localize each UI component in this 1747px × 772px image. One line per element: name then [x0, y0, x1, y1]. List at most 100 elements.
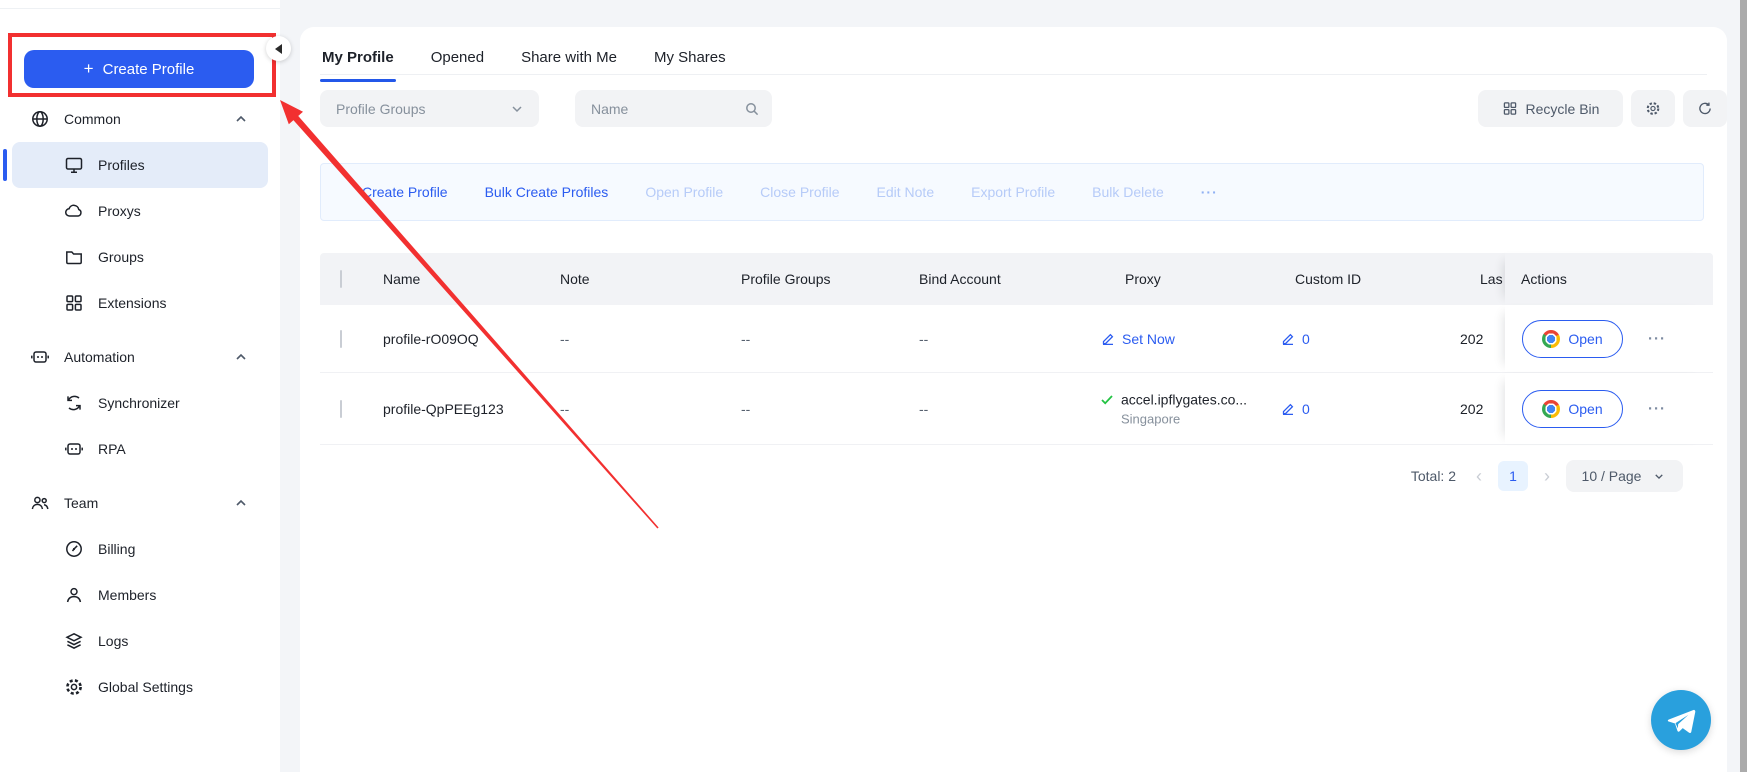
profile-groups-value: --: [741, 331, 750, 347]
action-edit-note[interactable]: Edit Note: [877, 184, 935, 200]
cloud-icon: [64, 201, 84, 221]
action-close-profile[interactable]: Close Profile: [760, 184, 839, 200]
bind-account-value: --: [919, 331, 928, 347]
column-header-proxy: Proxy: [1125, 271, 1161, 287]
next-page-button[interactable]: ›: [1542, 467, 1552, 485]
sidebar-item-billing[interactable]: Billing: [12, 526, 268, 572]
action-more[interactable]: ···: [1201, 184, 1218, 200]
settings-button[interactable]: [1631, 90, 1675, 127]
select-all-checkbox[interactable]: [340, 270, 342, 288]
actions-cell: Open ···: [1505, 305, 1713, 372]
team-icon: [30, 493, 50, 513]
note-value: --: [560, 401, 569, 417]
tab-opened[interactable]: Opened: [429, 41, 486, 82]
action-bulk-delete[interactable]: Bulk Delete: [1092, 184, 1164, 200]
actions-header-sticky: Actions: [1505, 253, 1713, 305]
robot-icon: [64, 439, 84, 459]
create-profile-button[interactable]: + Create Profile: [24, 50, 254, 88]
recycle-bin-button[interactable]: Recycle Bin: [1478, 90, 1623, 127]
row-more-button[interactable]: ···: [1648, 400, 1666, 417]
proxy-set-now-link[interactable]: Set Now: [1100, 331, 1175, 347]
sidebar-item-label: Billing: [98, 541, 135, 557]
column-header-name: Name: [383, 271, 420, 287]
sidebar: + Create Profile Common Profiles: [0, 0, 280, 772]
proxy-location: Singapore: [1100, 411, 1247, 426]
pagination-total: Total: 2: [1411, 468, 1456, 484]
sidebar-item-logs[interactable]: Logs: [12, 618, 268, 664]
profile-name: profile-rO09OQ: [383, 331, 479, 347]
custom-id-edit[interactable]: 0: [1280, 331, 1310, 347]
search-icon: [744, 101, 760, 117]
sidebar-menu: Common Profiles Proxys: [0, 88, 280, 710]
page-number-1[interactable]: 1: [1498, 461, 1528, 491]
vertical-scrollbar[interactable]: [1740, 0, 1747, 772]
sidebar-item-extensions[interactable]: Extensions: [12, 280, 268, 326]
sidebar-item-label: Global Settings: [98, 679, 193, 695]
name-search-box: [575, 90, 772, 127]
collapse-left-icon: [275, 44, 282, 54]
sidebar-item-rpa[interactable]: RPA: [12, 426, 268, 472]
create-profile-label: Create Profile: [103, 61, 195, 78]
row-checkbox[interactable]: [340, 330, 342, 348]
chevron-up-icon: [234, 496, 248, 510]
open-label: Open: [1568, 401, 1602, 417]
prev-page-button[interactable]: ‹: [1474, 467, 1484, 485]
row-more-button[interactable]: ···: [1648, 330, 1666, 347]
row-checkbox[interactable]: [340, 400, 342, 418]
section-label: Automation: [64, 349, 135, 365]
action-create-profile[interactable]: Create Profile: [362, 184, 448, 200]
recycle-bin-label: Recycle Bin: [1526, 101, 1600, 117]
action-bulk-create-profiles[interactable]: Bulk Create Profiles: [485, 184, 609, 200]
sidebar-section-team[interactable]: Team: [12, 480, 268, 526]
chevron-up-icon: [234, 112, 248, 126]
page-size-value: 10 / Page: [1582, 468, 1642, 484]
sidebar-item-global-settings[interactable]: Global Settings: [12, 664, 268, 710]
main-panel: My Profile Opened Share with Me My Share…: [300, 27, 1727, 772]
refresh-icon: [1697, 100, 1713, 117]
name-search-input[interactable]: [591, 101, 744, 117]
custom-id-value: 0: [1302, 401, 1310, 417]
sidebar-item-synchronizer[interactable]: Synchronizer: [12, 380, 268, 426]
action-export-profile[interactable]: Export Profile: [971, 184, 1055, 200]
tab-share-with-me[interactable]: Share with Me: [519, 41, 619, 82]
chrome-icon: [1542, 400, 1560, 418]
tab-my-profile[interactable]: My Profile: [320, 41, 396, 82]
sidebar-item-label: Profiles: [98, 157, 145, 173]
sidebar-item-profiles[interactable]: Profiles: [12, 142, 268, 188]
sidebar-item-label: Groups: [98, 249, 144, 265]
sidebar-item-groups[interactable]: Groups: [12, 234, 268, 280]
sidebar-section-automation[interactable]: Automation: [12, 334, 268, 380]
refresh-button[interactable]: [1683, 90, 1727, 127]
section-label: Common: [64, 111, 121, 127]
telegram-plane-icon: [1665, 704, 1697, 736]
sidebar-collapse-button[interactable]: [266, 36, 291, 61]
sidebar-section-common[interactable]: Common: [12, 96, 268, 142]
globe-icon: [30, 109, 50, 129]
tab-my-shares[interactable]: My Shares: [652, 41, 728, 82]
page-size-select[interactable]: 10 / Page: [1566, 460, 1683, 492]
person-icon: [64, 585, 84, 605]
sidebar-item-proxys[interactable]: Proxys: [12, 188, 268, 234]
monitor-icon: [64, 155, 84, 175]
custom-id-value: 0: [1302, 331, 1310, 347]
table-row: profile-QpPEEg123 -- -- -- accel.ipflyga…: [320, 373, 1713, 445]
sidebar-item-label: Proxys: [98, 203, 141, 219]
sidebar-item-label: Extensions: [98, 295, 166, 311]
telegram-button[interactable]: [1651, 690, 1711, 750]
action-open-profile[interactable]: Open Profile: [645, 184, 723, 200]
open-profile-button[interactable]: Open: [1522, 390, 1623, 428]
chevron-down-icon: [509, 101, 525, 117]
profile-groups-placeholder: Profile Groups: [336, 101, 509, 117]
open-label: Open: [1568, 331, 1602, 347]
tab-bar: My Profile Opened Share with Me My Share…: [320, 41, 728, 82]
grid-icon: [64, 293, 84, 313]
proxy-set-now-label: Set Now: [1122, 331, 1175, 347]
profile-groups-select[interactable]: Profile Groups: [320, 90, 539, 127]
custom-id-edit[interactable]: 0: [1280, 401, 1310, 417]
grid-icon: [1502, 100, 1518, 117]
check-icon: [1100, 392, 1114, 406]
sidebar-item-members[interactable]: Members: [12, 572, 268, 618]
proxy-host: accel.ipflygates.co...: [1121, 391, 1247, 407]
robot-icon: [30, 347, 50, 367]
open-profile-button[interactable]: Open: [1522, 320, 1623, 358]
